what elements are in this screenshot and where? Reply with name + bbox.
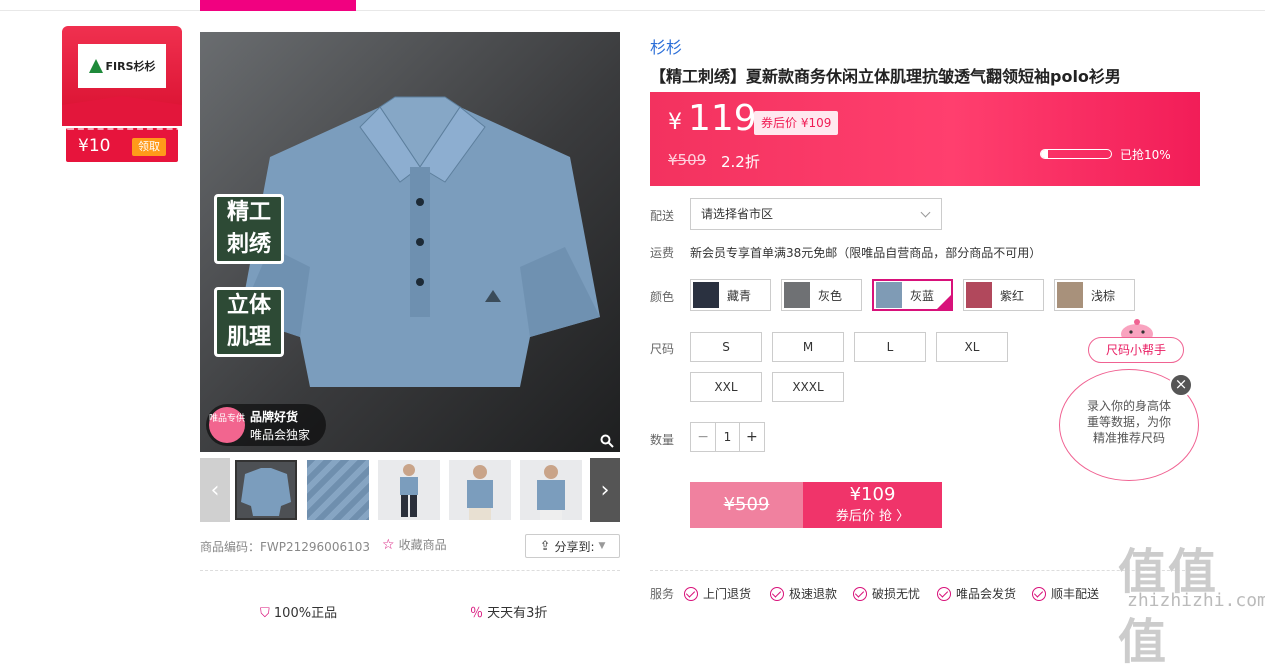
service-item: 破损无忧 (853, 585, 920, 602)
sold-progress-label: 已抢10% (1120, 148, 1171, 162)
service-item: 极速退款 (770, 585, 837, 602)
vip-badge-circle: 唯品专供 (209, 407, 245, 443)
buy-now-button[interactable]: ¥109 券后价 抢 〉 (803, 482, 942, 528)
decrease-button[interactable]: − (691, 423, 715, 451)
vip-exclusive-badge: 唯品专供 品牌好货 唯品会独家 (206, 404, 326, 446)
delivery-label: 配送 (650, 209, 675, 223)
thumbnail-strip: ‹ › (200, 458, 620, 522)
check-icon (770, 586, 784, 601)
color-swatch (1057, 282, 1083, 308)
close-icon[interactable]: × (1169, 373, 1193, 397)
quantity-input[interactable]: 1 (715, 423, 740, 451)
increase-button[interactable]: + (740, 423, 764, 451)
star-icon: ☆ (382, 536, 395, 553)
sold-progress-bar (1040, 149, 1112, 159)
service-item: 顺丰配送 (1032, 585, 1099, 602)
current-price: 119 (688, 98, 757, 139)
size-option-xxxl[interactable]: XXXL (772, 372, 844, 402)
size-helper-button[interactable]: 尺码小帮手 (1088, 337, 1184, 363)
color-option-gray-blue[interactable]: 灰蓝 (872, 279, 953, 311)
coupon-amount: ¥10 (78, 136, 111, 156)
thumbnail[interactable] (378, 460, 440, 520)
tree-icon (88, 59, 103, 73)
color-label: 颜色 (650, 290, 675, 304)
color-swatch (876, 282, 902, 308)
favorite-button[interactable]: ☆ 收藏商品 (382, 536, 447, 553)
color-option-purple-red[interactable]: 紫红 (963, 279, 1044, 311)
polo-shirt-image (240, 96, 600, 387)
discount-rate: 2.2折 (721, 153, 760, 171)
thumbnail[interactable] (235, 460, 297, 520)
thumb-prev-arrow[interactable]: ‹ (200, 458, 230, 522)
color-swatch (784, 282, 810, 308)
product-title: 【精工刺绣】夏新款商务休闲立体肌理抗皱透气翻领短袖polo衫男 (650, 67, 1121, 86)
selected-check-icon (937, 295, 951, 309)
price-box: ¥ 119 券后价 ¥109 ¥509 2.2折 已抢10% (650, 92, 1200, 186)
color-option-gray[interactable]: 灰色 (781, 279, 862, 311)
color-swatch (693, 282, 719, 308)
divider (200, 570, 620, 571)
top-divider (0, 10, 1265, 11)
size-option-xxl[interactable]: XXL (690, 372, 762, 402)
claim-coupon-button[interactable]: 领取 (132, 138, 166, 156)
zoom-icon[interactable] (600, 434, 614, 448)
check-icon (853, 586, 867, 601)
shipping-label: 运费 (650, 246, 675, 260)
brand-link[interactable]: 杉杉 (650, 34, 682, 58)
daily-discount: ％ 天天有3折 (470, 606, 548, 621)
thumbnail[interactable] (307, 460, 369, 520)
check-icon (937, 586, 951, 601)
delivery-region-select[interactable]: 请选择省市区 (690, 198, 942, 230)
thumbnail[interactable] (520, 460, 582, 520)
main-product-image[interactable]: 精工 刺绣 立体 肌理 唯品专供 品牌好货 唯品会独家 (200, 32, 620, 452)
check-icon (684, 586, 698, 601)
chevron-down-icon: ▼ (598, 541, 606, 551)
size-label: 尺码 (650, 342, 675, 356)
texture-tag: 立体 肌理 (214, 287, 284, 357)
shield-icon: ⛉ (260, 606, 270, 621)
chevron-down-icon (920, 207, 931, 218)
share-dropdown[interactable]: ⇪ 分享到: ▼ (525, 534, 620, 558)
original-price-strike: ¥509 (690, 482, 803, 528)
check-icon (1032, 586, 1046, 601)
active-nav-tab[interactable] (200, 0, 356, 11)
color-option-light-brown[interactable]: 浅棕 (1054, 279, 1135, 311)
color-swatch (966, 282, 992, 308)
original-price: ¥509 (668, 151, 707, 169)
authentic-guarantee: ⛉ 100%正品 (260, 606, 338, 621)
shipping-info: 新会员专享首单满38元免邮（限唯品自营商品，部分商品不可用） (690, 246, 1042, 260)
size-option-s[interactable]: S (690, 332, 762, 362)
thumb-next-arrow[interactable]: › (590, 458, 620, 522)
brand-coupon[interactable]: ¥10 领取 (66, 128, 178, 162)
quantity-stepper: − 1 + (690, 422, 765, 452)
product-code: 商品编码：FWP21296006103 (200, 540, 370, 554)
size-option-xl[interactable]: XL (936, 332, 1008, 362)
after-coupon-price: 券后价 ¥109 (754, 111, 839, 135)
percent-icon: ％ (470, 606, 484, 621)
color-option-navy[interactable]: 藏青 (690, 279, 771, 311)
size-option-m[interactable]: M (772, 332, 844, 362)
currency-symbol: ¥ (668, 110, 682, 135)
thumbnail[interactable] (449, 460, 511, 520)
size-option-l[interactable]: L (854, 332, 926, 362)
service-item: 唯品会发货 (937, 585, 1016, 602)
quantity-label: 数量 (650, 433, 675, 447)
share-icon: ⇪ (539, 538, 551, 554)
service-label: 服务 (650, 587, 675, 601)
watermark-url: zhizhizhi.com (1127, 590, 1265, 611)
brand-logo: FIRS杉杉 (78, 44, 166, 88)
service-item: 上门退货 (684, 585, 751, 602)
craft-embroidery-tag: 精工 刺绣 (214, 194, 284, 264)
